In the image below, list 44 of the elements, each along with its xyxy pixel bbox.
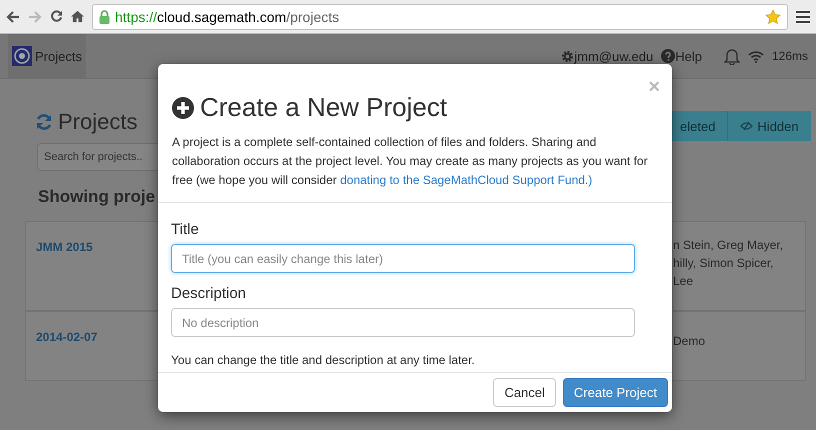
project-card[interactable]: 2014-02-07 (25, 311, 158, 381)
create-button[interactable]: Create Project (562, 378, 668, 407)
field-label: Description (171, 285, 248, 302)
field-label: Title (171, 221, 200, 238)
ping-time: 126ms (772, 49, 808, 63)
collaborators-text: Demo (673, 333, 706, 350)
eye-slash-icon (740, 121, 754, 131)
project-title[interactable]: JMM 2015 (36, 240, 93, 254)
bell-icon[interactable] (724, 48, 740, 64)
back-icon[interactable] (6, 10, 20, 24)
help-link[interactable]: Help (675, 48, 702, 64)
help-text: You can change the title and description at any time later. (171, 353, 476, 367)
page-heading: Projects (58, 109, 138, 135)
projects-tab[interactable]: Projects (8, 34, 86, 78)
account-link[interactable]: jmm@uw.edu (574, 48, 654, 64)
project-card[interactable]: Demo (673, 311, 806, 381)
collaborators-text: n Stein, Greg Mayer, (673, 237, 784, 254)
help-icon (661, 49, 676, 63)
gear-icon (561, 50, 574, 62)
text-field[interactable]: Title (you can easily change this later) (171, 244, 635, 273)
menu-icon[interactable] (796, 10, 810, 22)
donate-link[interactable]: donating to the SageMathCloud Support Fund.) (340, 173, 592, 187)
project-card[interactable]: JMM 2015 (25, 221, 158, 311)
section-heading: Showing proje (38, 187, 156, 207)
filter-button[interactable]: Hidden (727, 111, 811, 141)
lock-icon (99, 10, 110, 24)
project-title[interactable]: 2014-02-07 (36, 330, 98, 344)
close-button[interactable]: × (648, 76, 660, 99)
logo-icon (12, 46, 32, 66)
search-field[interactable]: Search for projects.. (37, 143, 158, 171)
collaborators-text: Lee (673, 273, 694, 290)
address-bar[interactable]: https://cloud.sagemath.com/projects (92, 4, 788, 30)
intro-text: A project is a complete self-contained collection of files and folders. Sharing and collaboration occurs at the project level. You may create as many projects as you want for free (we hope you will consider donating to the SageMathCloud Support Fund.) (172, 134, 649, 189)
dialog-title: Create a New Project (200, 92, 448, 123)
reload-icon[interactable] (50, 10, 63, 23)
cancel-button[interactable]: Cancel (493, 378, 556, 407)
star-icon[interactable] (765, 8, 781, 24)
collaborators-text: hilly, Simon Spicer, (673, 255, 774, 272)
text-field[interactable]: No description (171, 308, 635, 337)
wifi-icon (748, 50, 764, 62)
url-text: https://cloud.sagemath.com/projects (115, 8, 340, 24)
project-card[interactable]: n Stein, Greg Mayer, hilly, Simon Spicer, Lee (673, 221, 806, 311)
home-icon[interactable] (71, 10, 84, 23)
plus-circle-icon (172, 96, 194, 118)
